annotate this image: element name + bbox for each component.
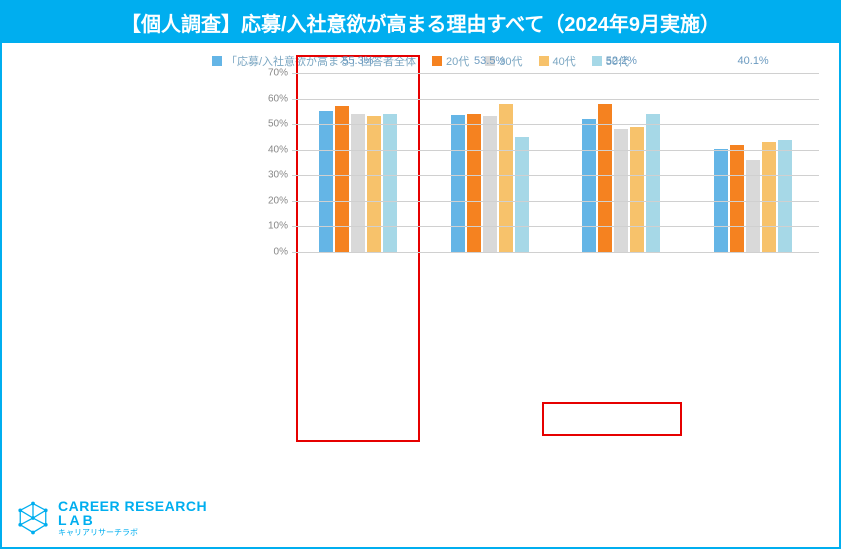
highlight-box-lower — [542, 402, 682, 436]
bar-group: 52.2% — [556, 73, 688, 252]
legend-swatch — [539, 56, 549, 66]
grid-line — [292, 150, 819, 151]
y-tick-label: 0% — [252, 247, 288, 258]
y-tick-label: 40% — [252, 144, 288, 155]
bar-groups: 55.3%53.5%52.2%40.1% — [292, 73, 819, 252]
bar — [646, 114, 660, 252]
legend-swatch — [592, 56, 602, 66]
logo-line1: CAREER RESEARCH — [58, 499, 207, 513]
legend-label: 40代 — [553, 53, 576, 69]
chart-area: 55.3%53.5%52.2%40.1% 0% 10% 20% 30% 40% 50% 60… — [252, 73, 819, 273]
chart-title: 【個人調査】応募/入社意欲が高まる理由すべて（2024年9月実施） — [2, 2, 839, 43]
legend-swatch — [432, 56, 442, 66]
legend-item: 40代 — [539, 53, 576, 69]
bar — [451, 115, 465, 252]
bar — [762, 142, 776, 252]
bar-value-label: 40.1% — [738, 55, 769, 67]
legend-swatch — [212, 56, 222, 66]
bar — [499, 104, 513, 252]
bar — [335, 106, 349, 252]
logo: CAREER RESEARCH LAB キャリアリサーチラボ — [16, 499, 207, 537]
bar-group: 53.5% — [424, 73, 556, 252]
y-tick-label: 60% — [252, 93, 288, 104]
y-tick-label: 10% — [252, 221, 288, 232]
bar — [483, 116, 497, 252]
bar — [515, 137, 529, 252]
logo-text: CAREER RESEARCH LAB キャリアリサーチラボ — [58, 499, 207, 537]
legend-label: 20代 — [446, 53, 469, 69]
bar-group: 40.1% — [687, 73, 819, 252]
bar — [319, 111, 333, 252]
bar-value-label: 52.2% — [606, 55, 637, 67]
y-tick-label: 30% — [252, 170, 288, 181]
bar-value-label: 53.5% — [474, 55, 505, 67]
grid-line — [292, 252, 819, 253]
legend-item: 20代 — [432, 53, 469, 69]
bar — [582, 119, 596, 252]
grid-line — [292, 99, 819, 100]
bar — [467, 114, 481, 252]
y-tick-label: 70% — [252, 68, 288, 79]
grid-line — [292, 226, 819, 227]
bar — [778, 140, 792, 253]
bar — [351, 114, 365, 252]
grid-line — [292, 201, 819, 202]
logo-line2: LAB — [58, 513, 207, 527]
plot-area: 55.3%53.5%52.2%40.1% 0%10%20%30%40%50%60… — [292, 73, 819, 253]
logo-icon — [16, 501, 50, 535]
grid-line — [292, 175, 819, 176]
bar — [367, 116, 381, 252]
bar — [746, 160, 760, 252]
bar — [730, 145, 744, 252]
grid-line — [292, 73, 819, 74]
grid-line — [292, 124, 819, 125]
logo-sub: キャリアリサーチラボ — [58, 529, 207, 537]
legend-item: 「応募/入社意欲が高まる」回答者全体 — [212, 53, 416, 69]
bar-group: 55.3% — [292, 73, 424, 252]
y-tick-label: 50% — [252, 119, 288, 130]
legend: 「応募/入社意欲が高まる」回答者全体20代30代40代50代 — [2, 43, 839, 73]
bar — [598, 104, 612, 252]
bar — [630, 127, 644, 252]
y-tick-label: 20% — [252, 195, 288, 206]
chart-frame: 【個人調査】応募/入社意欲が高まる理由すべて（2024年9月実施） 「応募/入社… — [0, 0, 841, 549]
bar — [383, 114, 397, 252]
bar-value-label: 55.3% — [342, 55, 373, 67]
bar — [614, 129, 628, 252]
